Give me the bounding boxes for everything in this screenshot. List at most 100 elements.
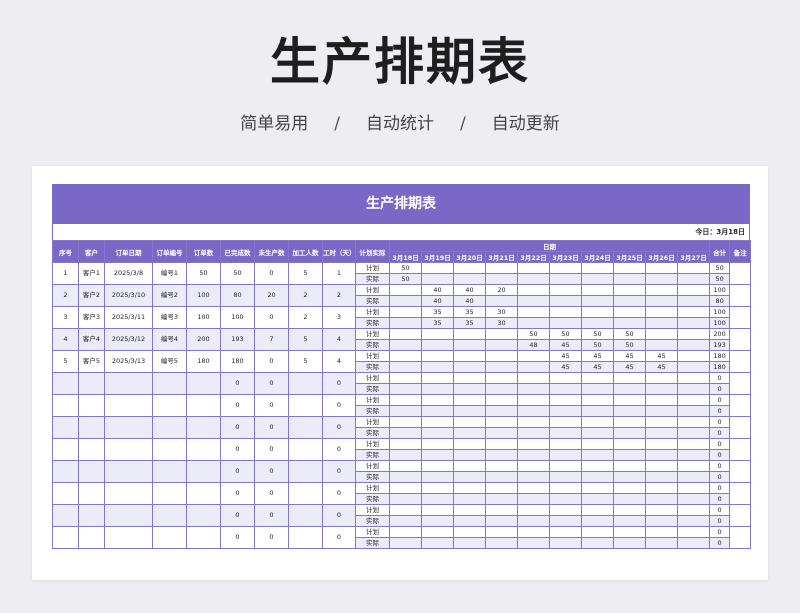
cell-order-date[interactable] <box>104 372 153 395</box>
cell-plan-day[interactable] <box>676 504 711 516</box>
cell-customer[interactable] <box>78 482 105 505</box>
cell-seq[interactable] <box>52 526 79 549</box>
cell-actual-day[interactable] <box>645 383 678 395</box>
cell-customer[interactable]: 客户3 <box>78 306 105 329</box>
cell-actual-day[interactable] <box>676 471 711 483</box>
cell-plan-day[interactable]: 50 <box>389 262 422 274</box>
cell-actual-day[interactable]: 48 <box>517 339 550 351</box>
cell-plan-day[interactable]: 35 <box>421 306 454 318</box>
cell-plan-day[interactable] <box>645 372 678 384</box>
cell-actual-day[interactable] <box>549 405 582 417</box>
cell-plan-day[interactable] <box>645 284 678 296</box>
cell-plan-day[interactable] <box>421 504 454 516</box>
cell-note[interactable] <box>729 328 752 351</box>
cell-actual-day[interactable] <box>389 339 422 351</box>
cell-plan-day[interactable] <box>549 394 582 406</box>
cell-actual-day[interactable]: 45 <box>549 361 582 373</box>
cell-plan-day[interactable]: 50 <box>613 328 646 340</box>
cell-days[interactable]: 2 <box>322 284 356 307</box>
cell-remaining[interactable]: 0 <box>254 438 289 461</box>
cell-plan-day[interactable]: 45 <box>645 350 678 362</box>
cell-actual-day[interactable] <box>453 273 486 285</box>
cell-actual-day[interactable] <box>549 493 582 505</box>
cell-customer[interactable] <box>78 416 105 439</box>
cell-customer[interactable] <box>78 526 105 549</box>
cell-order-date[interactable]: 2025/3/8 <box>104 262 153 285</box>
cell-order-no[interactable]: 编号2 <box>152 284 187 307</box>
cell-actual-day[interactable] <box>453 449 486 461</box>
cell-actual-day[interactable] <box>421 471 454 483</box>
cell-plan-day[interactable] <box>485 504 518 516</box>
cell-actual-day[interactable] <box>421 515 454 527</box>
cell-workers[interactable]: 2 <box>288 284 323 307</box>
cell-plan-day[interactable]: 50 <box>549 328 582 340</box>
cell-plan-day[interactable] <box>389 526 422 538</box>
cell-order-qty[interactable] <box>186 504 221 527</box>
cell-customer[interactable] <box>78 394 105 417</box>
cell-actual-day[interactable] <box>676 317 711 329</box>
cell-seq[interactable]: 2 <box>52 284 79 307</box>
cell-days[interactable]: 0 <box>322 482 356 505</box>
cell-actual-day[interactable] <box>485 449 518 461</box>
cell-order-qty[interactable]: 50 <box>186 262 221 285</box>
cell-plan-day[interactable] <box>389 350 422 362</box>
cell-workers[interactable] <box>288 482 323 505</box>
cell-plan-day[interactable] <box>421 394 454 406</box>
cell-plan-day[interactable] <box>421 460 454 472</box>
cell-actual-day[interactable] <box>645 493 678 505</box>
cell-actual-day[interactable]: 35 <box>421 317 454 329</box>
cell-actual-day[interactable] <box>613 295 646 307</box>
cell-workers[interactable] <box>288 526 323 549</box>
cell-plan-day[interactable] <box>645 438 678 450</box>
cell-workers[interactable] <box>288 416 323 439</box>
cell-actual-day[interactable]: 50 <box>581 339 614 351</box>
cell-customer[interactable]: 客户2 <box>78 284 105 307</box>
cell-plan-day[interactable]: 45 <box>581 350 614 362</box>
cell-plan-day[interactable] <box>581 416 614 428</box>
cell-actual-day[interactable] <box>581 515 614 527</box>
cell-actual-day[interactable] <box>645 317 678 329</box>
cell-plan-day[interactable] <box>549 262 582 274</box>
cell-seq[interactable] <box>52 504 79 527</box>
cell-plan-day[interactable] <box>645 460 678 472</box>
cell-plan-day[interactable]: 45 <box>613 350 646 362</box>
cell-plan-day[interactable] <box>485 262 518 274</box>
cell-plan-day[interactable] <box>645 504 678 516</box>
cell-customer[interactable] <box>78 438 105 461</box>
cell-actual-day[interactable] <box>485 273 518 285</box>
cell-plan-day[interactable] <box>485 372 518 384</box>
cell-actual-day[interactable]: 45 <box>613 361 646 373</box>
cell-plan-day[interactable] <box>613 460 646 472</box>
cell-actual-day[interactable] <box>645 273 678 285</box>
cell-days[interactable]: 3 <box>322 306 356 329</box>
cell-plan-day[interactable] <box>453 482 486 494</box>
cell-remaining[interactable]: 0 <box>254 394 289 417</box>
cell-actual-day[interactable] <box>453 383 486 395</box>
cell-actual-day[interactable] <box>645 537 678 549</box>
cell-actual-day[interactable] <box>389 295 422 307</box>
cell-plan-day[interactable] <box>421 372 454 384</box>
cell-plan-day[interactable] <box>645 416 678 428</box>
cell-note[interactable] <box>729 460 752 483</box>
cell-seq[interactable] <box>52 372 79 395</box>
cell-actual-day[interactable] <box>581 405 614 417</box>
cell-plan-day[interactable]: 50 <box>581 328 614 340</box>
cell-actual-day[interactable] <box>549 273 582 285</box>
cell-actual-day[interactable] <box>421 273 454 285</box>
cell-days[interactable]: 0 <box>322 504 356 527</box>
cell-plan-day[interactable] <box>517 526 550 538</box>
cell-order-date[interactable] <box>104 394 153 417</box>
cell-days[interactable]: 4 <box>322 350 356 373</box>
cell-actual-day[interactable] <box>485 339 518 351</box>
cell-actual-day[interactable] <box>549 427 582 439</box>
cell-order-date[interactable]: 2025/3/10 <box>104 284 153 307</box>
cell-actual-day[interactable] <box>421 405 454 417</box>
cell-plan-day[interactable] <box>676 482 711 494</box>
cell-order-qty[interactable] <box>186 460 221 483</box>
cell-actual-day[interactable] <box>389 317 422 329</box>
cell-plan-day[interactable] <box>613 372 646 384</box>
cell-actual-day[interactable] <box>645 339 678 351</box>
cell-actual-day[interactable] <box>485 295 518 307</box>
cell-actual-day[interactable] <box>485 405 518 417</box>
cell-actual-day[interactable] <box>517 361 550 373</box>
